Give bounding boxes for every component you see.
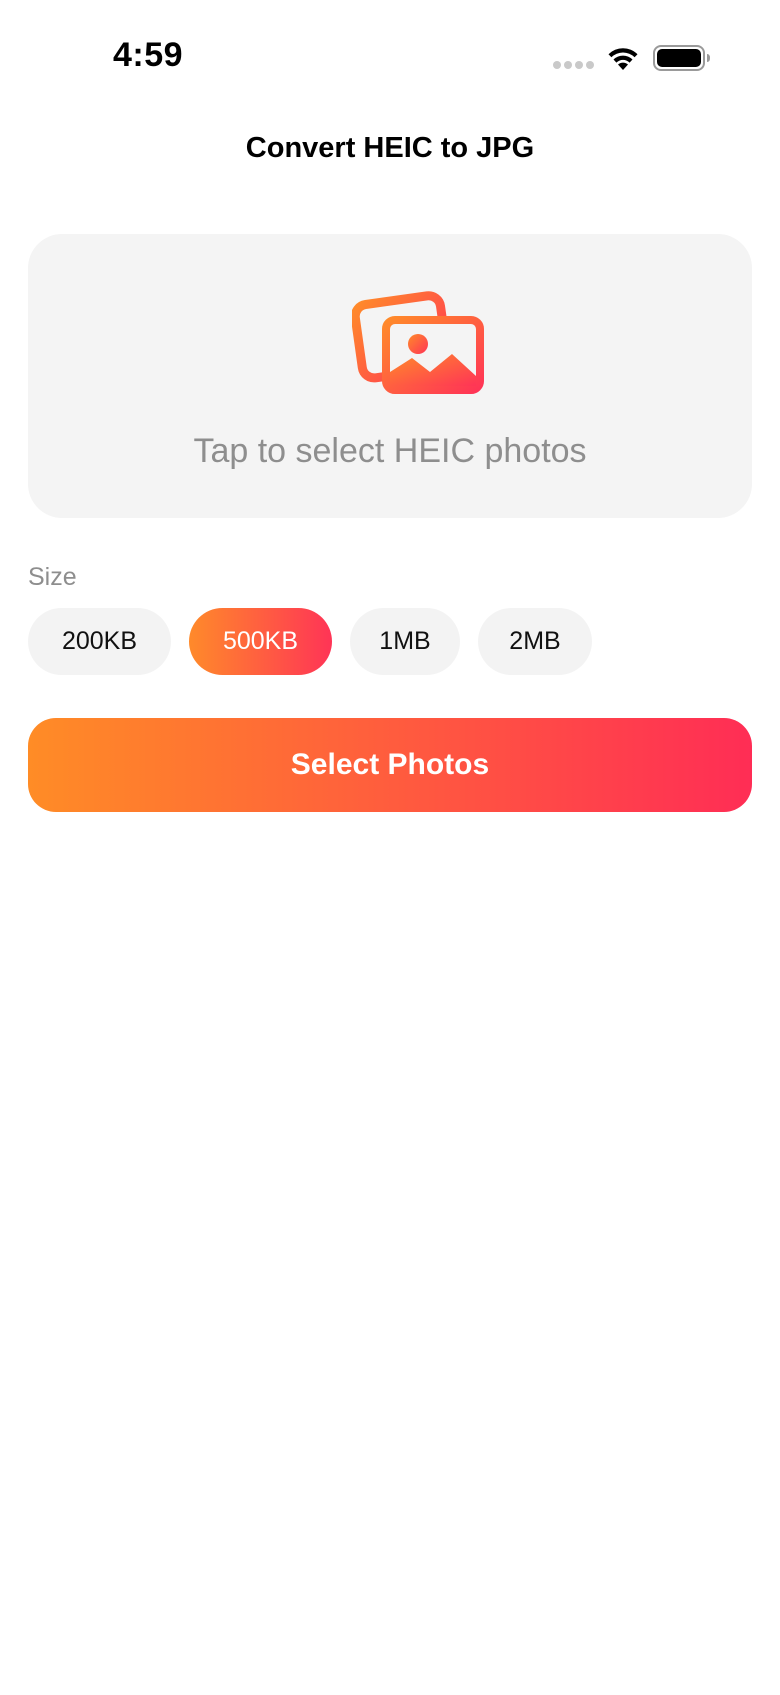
battery-icon — [653, 45, 710, 71]
page-title: Convert HEIC to JPG — [245, 132, 535, 164]
status-bar: 4:59 — [0, 0, 780, 110]
photo-drop-zone[interactable]: Tap to select HEIC photos — [28, 234, 752, 518]
drop-zone-label: Tap to select HEIC photos — [193, 432, 587, 470]
size-option-1mb[interactable]: 1MB — [350, 608, 460, 675]
select-photos-button[interactable]: Select Photos — [28, 718, 752, 812]
size-options: 200KB 500KB 1MB 2MB — [28, 608, 592, 675]
size-option-2mb[interactable]: 2MB — [478, 608, 592, 675]
size-option-500kb[interactable]: 500KB — [189, 608, 332, 675]
photos-icon — [352, 291, 484, 394]
wifi-icon — [608, 48, 638, 70]
status-time: 4:59 — [113, 36, 184, 74]
app-screen: 4:59 Convert HEIC to JPG Tap to select H… — [0, 0, 780, 1695]
size-option-200kb[interactable]: 200KB — [28, 608, 171, 675]
size-label: Size — [28, 563, 77, 591]
cellular-signal-icon — [553, 61, 595, 69]
